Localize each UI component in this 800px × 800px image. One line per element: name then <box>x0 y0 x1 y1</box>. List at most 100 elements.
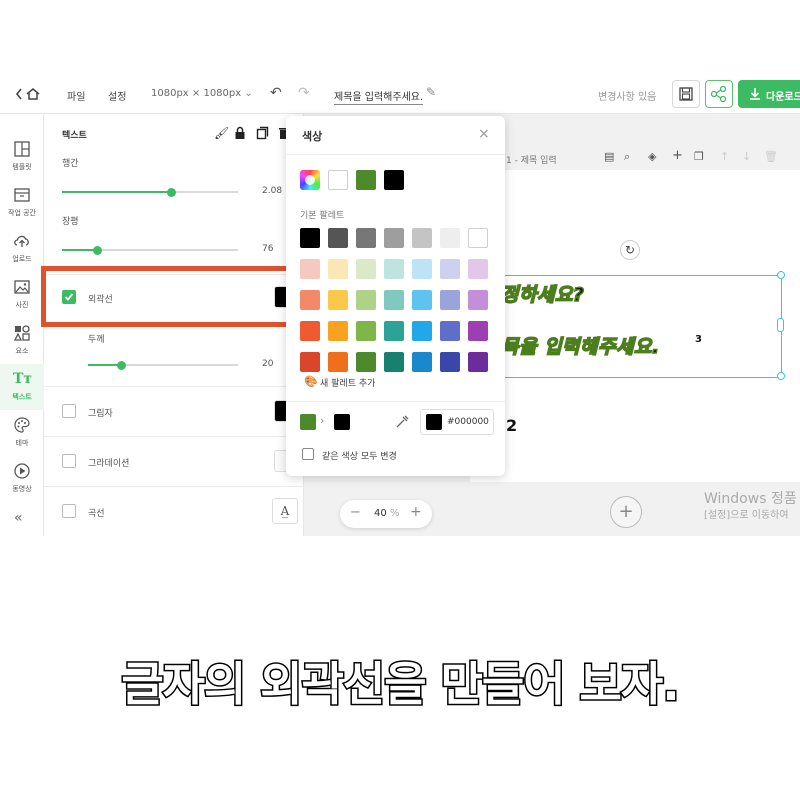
palette-swatch[interactable] <box>328 321 348 341</box>
curve-checkbox[interactable] <box>62 504 76 518</box>
pencil-icon[interactable]: ✎ <box>426 85 436 99</box>
share-button[interactable] <box>705 80 733 108</box>
palette-swatch[interactable] <box>356 228 376 248</box>
palette-swatch[interactable] <box>468 352 488 372</box>
move-down-icon[interactable]: ↓ <box>742 150 751 163</box>
line-height-slider[interactable] <box>62 187 238 197</box>
palette-swatch[interactable] <box>412 352 432 372</box>
format-paint-icon[interactable]: 🖌 <box>214 126 229 140</box>
eyedropper-icon[interactable] <box>394 414 410 430</box>
back-home-button[interactable] <box>14 86 42 102</box>
slider-knob[interactable] <box>92 245 102 255</box>
curve-text-icon[interactable]: A̲ <box>272 498 298 524</box>
palette-swatch[interactable] <box>300 352 320 372</box>
palette-swatch[interactable] <box>384 259 404 279</box>
sidebar-item-video[interactable]: 동영상 <box>0 456 44 502</box>
palette-swatch[interactable] <box>328 290 348 310</box>
save-button[interactable] <box>672 80 700 108</box>
custom-color-swatch[interactable] <box>300 170 320 190</box>
collapse-sidebar-icon[interactable]: « <box>14 510 23 526</box>
file-menu[interactable]: 파일 <box>67 88 85 103</box>
selected-text-box[interactable]: 정하세요? 목을 입력해주세요. 3 <box>470 271 785 380</box>
delete-page-icon[interactable]: 🗑 <box>764 150 778 163</box>
zoom-value[interactable]: 40 <box>374 508 387 519</box>
palette-swatch[interactable] <box>300 228 320 248</box>
move-up-icon[interactable]: ↑ <box>720 150 729 163</box>
palette-swatch[interactable] <box>356 352 376 372</box>
palette-swatch[interactable] <box>468 259 488 279</box>
hex-input[interactable]: #000000 <box>420 409 494 435</box>
rotate-handle-icon[interactable]: ↻ <box>620 240 640 260</box>
zoom-out-icon[interactable]: − <box>350 505 361 520</box>
palette-swatch[interactable] <box>300 321 320 341</box>
palette-swatch[interactable] <box>440 228 460 248</box>
add-palette-link[interactable]: 새 팔레트 추가 <box>320 376 375 389</box>
palette-swatch[interactable] <box>384 352 404 372</box>
recent-color-swatch[interactable] <box>384 170 404 190</box>
thickness-slider[interactable] <box>88 360 238 370</box>
palette-swatch[interactable] <box>328 228 348 248</box>
same-color-checkbox[interactable] <box>302 448 314 460</box>
char-width-slider[interactable] <box>62 245 238 255</box>
palette-swatch[interactable] <box>384 290 404 310</box>
title-input[interactable]: 제목을 입력해주세요. <box>334 88 424 105</box>
find-icon[interactable]: ⌕ <box>624 150 630 164</box>
canvas-size-dropdown[interactable]: 1080px × 1080px ⌄ <box>151 88 253 99</box>
palette-swatch[interactable] <box>356 321 376 341</box>
close-icon[interactable]: × <box>478 126 490 142</box>
memo-icon[interactable]: ▤ <box>604 150 614 163</box>
palette-swatch[interactable] <box>440 321 460 341</box>
shadow-checkbox[interactable] <box>62 404 76 418</box>
palette-swatch[interactable] <box>300 290 320 310</box>
workspace-icon <box>14 188 30 202</box>
palette-swatch[interactable] <box>412 228 432 248</box>
palette-swatch[interactable] <box>468 290 488 310</box>
to-color-swatch[interactable] <box>334 414 350 430</box>
palette-swatch[interactable] <box>356 290 376 310</box>
palette-swatch[interactable] <box>384 321 404 341</box>
gradient-checkbox[interactable] <box>62 454 76 468</box>
zoom-in-icon[interactable]: + <box>410 504 422 520</box>
sidebar-item-upload[interactable]: 업로드 <box>0 226 44 272</box>
sidebar-item-workspace[interactable]: 작업 공간 <box>0 180 44 226</box>
settings-menu[interactable]: 설정 <box>108 88 126 103</box>
shadow-label: 그림자 <box>88 409 113 419</box>
sidebar-item-template[interactable]: 템플릿 <box>0 134 44 180</box>
duplicate-icon[interactable] <box>256 126 269 140</box>
palette-swatch[interactable] <box>328 352 348 372</box>
palette-swatch[interactable] <box>468 321 488 341</box>
canvas-text-line1: 정하세요? <box>500 283 585 307</box>
palette-swatch[interactable] <box>300 259 320 279</box>
recent-color-swatch[interactable] <box>356 170 376 190</box>
palette-swatch[interactable] <box>412 290 432 310</box>
add-page-icon[interactable]: + <box>672 148 683 163</box>
download-button[interactable]: 다운로드 <box>738 80 800 108</box>
sidebar-item-photo[interactable]: 사진 <box>0 272 44 318</box>
redo-icon[interactable]: ↷ <box>298 85 310 101</box>
page-header-title[interactable]: 1 - 제목 입력 <box>506 153 557 166</box>
palette-swatch[interactable] <box>440 352 460 372</box>
resize-handle[interactable] <box>777 271 785 279</box>
sidebar-item-text[interactable]: Tт 텍스트 <box>0 364 44 410</box>
palette-swatch[interactable] <box>412 321 432 341</box>
palette-swatch[interactable] <box>468 228 488 248</box>
lock-icon[interactable] <box>234 126 246 140</box>
fill-icon[interactable]: ◈ <box>648 150 656 163</box>
palette-swatch[interactable] <box>440 290 460 310</box>
palette-swatch[interactable] <box>384 228 404 248</box>
resize-handle[interactable] <box>777 318 784 332</box>
palette-swatch[interactable] <box>356 259 376 279</box>
add-page-button[interactable]: + <box>610 496 642 528</box>
sidebar-item-elements[interactable]: 요소 <box>0 318 44 364</box>
copy-page-icon[interactable]: ❐ <box>694 150 704 163</box>
palette-swatch[interactable] <box>440 259 460 279</box>
palette-swatch[interactable] <box>412 259 432 279</box>
undo-icon[interactable]: ↶ <box>270 85 282 101</box>
resize-handle[interactable] <box>777 372 785 380</box>
slider-knob[interactable] <box>116 360 126 370</box>
recent-color-white[interactable] <box>328 170 348 190</box>
palette-swatch[interactable] <box>328 259 348 279</box>
sidebar-item-theme[interactable]: 테마 <box>0 410 44 456</box>
from-color-swatch[interactable] <box>300 414 316 430</box>
slider-knob[interactable] <box>166 187 176 197</box>
